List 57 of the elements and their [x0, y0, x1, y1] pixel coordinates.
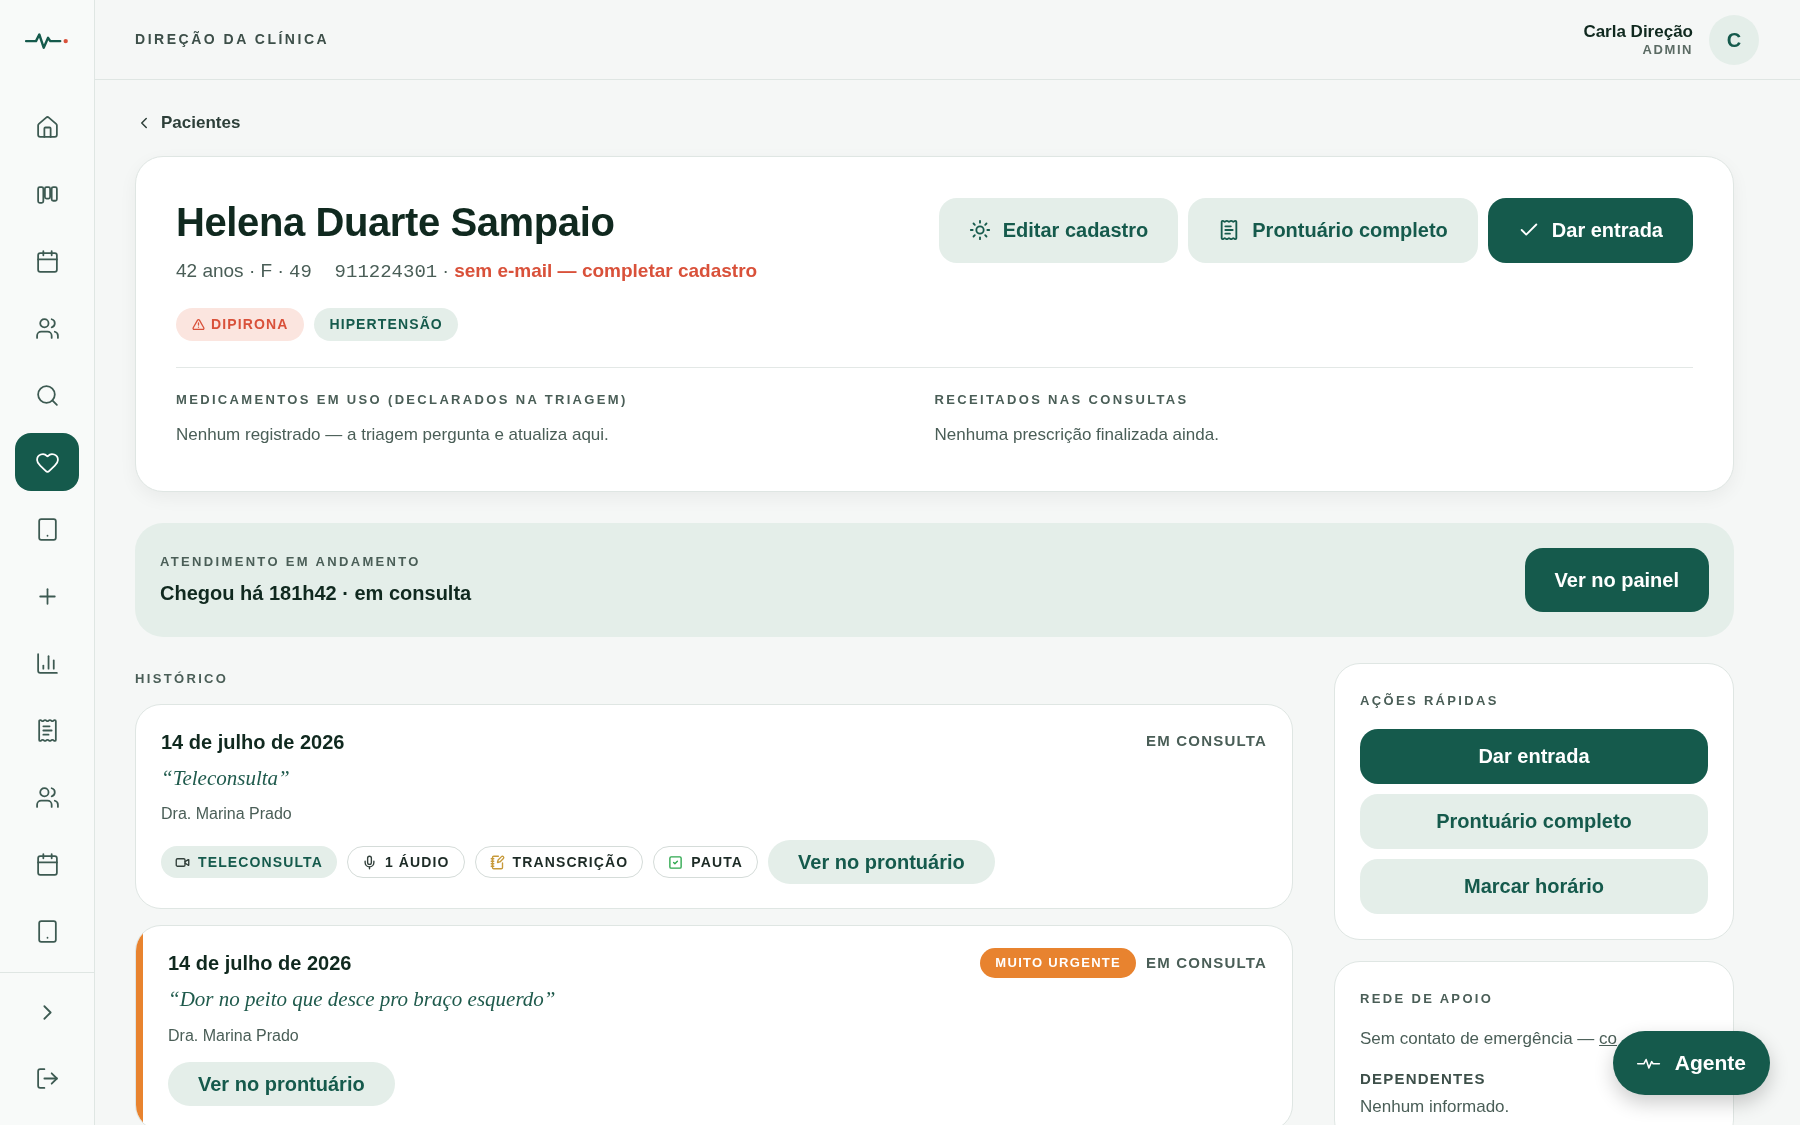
dependents-heading: DEPENDENTES [1360, 1068, 1487, 1089]
microphone-icon [361, 854, 377, 870]
media-tag: PAUTA [653, 846, 759, 878]
media-tag: 1 ÁUDIO [346, 846, 465, 878]
doctor-name: Dra. Marina Prado [168, 1025, 300, 1046]
quick-action-button[interactable]: Marcar horário [1360, 858, 1708, 914]
quick-action-button[interactable]: Dar entrada [1360, 728, 1708, 784]
calendar-icon [34, 248, 60, 274]
record-button[interactable]: Ver no prontuário [768, 840, 995, 884]
visit-date: 14 de julho de 2026 [161, 729, 345, 755]
patient-name: Helena Duarte Sampaio [176, 198, 616, 246]
users-icon [34, 784, 60, 810]
logout-icon [34, 1065, 60, 1091]
section-heading: AÇÕES RÁPIDAS [1360, 692, 1500, 710]
checkbox-icon [668, 854, 684, 870]
home-icon [34, 114, 60, 140]
page-title: DIREÇÃO DA CLÍNICA [135, 30, 330, 49]
dependents-text: Nenhum informado. [1360, 1096, 1511, 1118]
section-heading: ATENDIMENTO EM ANDAMENTO [160, 553, 422, 572]
section-heading: RECEITADOS NAS CONSULTAS [934, 391, 1190, 409]
section-text: Nenhum registrado — a triagem pergunta e atualiza aqui. [176, 423, 610, 446]
complaint-quote: “Dor no peito que desce pro braço esquerdo” [168, 986, 557, 1013]
condition-tag: HIPERTENSÃO [314, 308, 458, 341]
section-heading: MEDICAMENTOS EM USO (DECLARADOS NA TRIAGEM) [176, 391, 629, 409]
user-name: Carla Direção [1583, 20, 1693, 42]
patient-details: 42 anos · F · 49 911224301 · sem e-mail — completar cadastro [176, 258, 758, 285]
urgency-badge: MUITO URGENTE [980, 948, 1137, 978]
record-button[interactable]: Ver no prontuário [168, 1061, 395, 1106]
doctor-name: Dra. Marina Prado [161, 804, 293, 824]
media-tag: TRANSCRIÇÃO [474, 846, 644, 878]
bar-chart-icon [34, 650, 60, 676]
user-avatar[interactable]: C [1709, 14, 1759, 65]
visit-date: 14 de julho de 2026 [168, 951, 352, 976]
calendar-icon [34, 851, 60, 877]
media-tag: TELECONSULTA [161, 846, 337, 878]
section-text: Nenhuma prescrição finalizada ainda. [934, 423, 1220, 446]
notepad-icon [489, 854, 505, 870]
action-button[interactable]: Editar cadastro [938, 197, 1179, 263]
panel-button[interactable]: Ver no painel [1524, 548, 1709, 612]
visit-status: Chegou há 181h42 · em consulta [160, 580, 472, 606]
quick-action-button[interactable]: Prontuário completo [1360, 793, 1708, 849]
visit-status: EM CONSULTA [1146, 952, 1267, 973]
section-heading: REDE DE APOIO [1360, 989, 1495, 1008]
sidebar-item[interactable] [15, 433, 79, 491]
back-link[interactable]: Pacientes [135, 110, 241, 136]
support-text: Sem contato de emergência — [1360, 1029, 1596, 1048]
warning-icon [192, 318, 205, 331]
users-icon [34, 315, 60, 341]
sun-icon [968, 219, 991, 241]
section-heading: HISTÓRICO [135, 670, 230, 688]
user-role: ADMIN [1642, 42, 1693, 59]
visit-status: EM CONSULTA [1146, 731, 1267, 752]
action-button[interactable]: Prontuário completo [1188, 197, 1478, 263]
action-button[interactable]: Dar entrada [1487, 197, 1693, 263]
search-icon [34, 382, 60, 408]
complaint-quote: “Teleconsulta” [161, 764, 291, 792]
allergy-tag: DIPIRONA [176, 308, 305, 341]
